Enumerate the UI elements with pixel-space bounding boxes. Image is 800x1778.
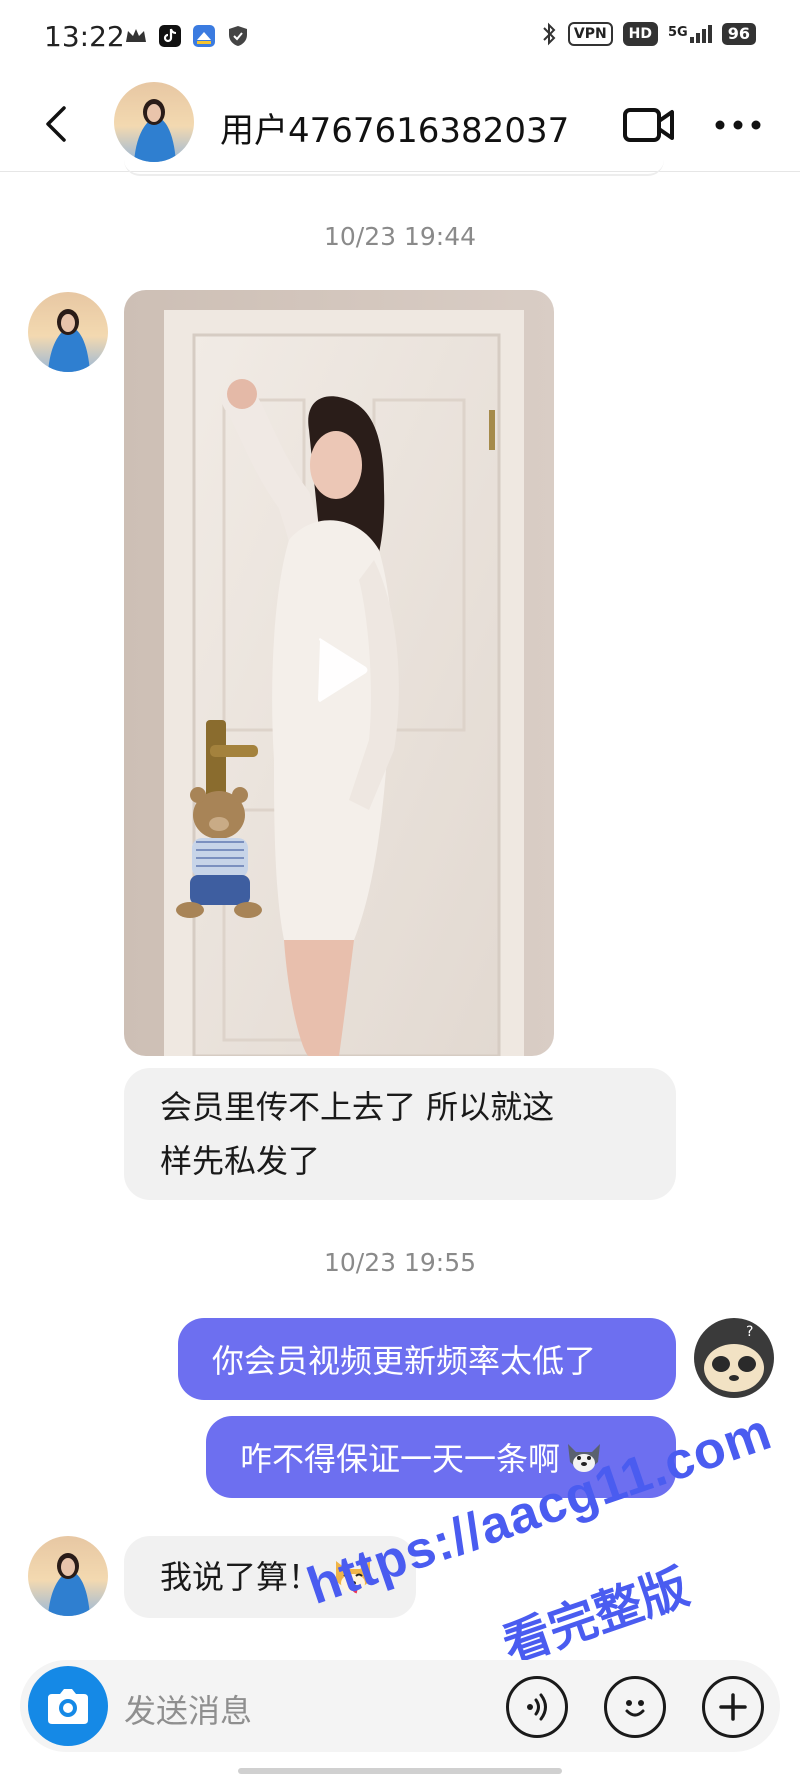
message-text: 咋不得保证一天一条啊 [240,1440,561,1478]
chat-header: 用户4767616382037 [0,78,800,172]
video-camera-icon [623,108,674,142]
camera-button[interactable] [28,1666,108,1746]
watermark-subtitle: 看完整版 [495,1558,696,1675]
chevron-left-icon [46,106,66,142]
message-text: 你会员视频更新频率太低了 [212,1342,597,1380]
message-text-line: 会员里传不上去了 所以就这 [160,1088,555,1126]
sender-avatar[interactable] [28,292,108,372]
avatar-image [28,292,108,372]
more-button[interactable] [712,100,764,150]
self-avatar[interactable]: ? [694,1318,774,1398]
status-time: 13:22 [44,20,125,53]
message-input[interactable]: 发送消息 [124,1686,252,1732]
back-button[interactable] [36,100,76,148]
message-text-line: 样先私发了 [160,1142,321,1180]
timestamp: 10/23 19:44 [323,222,477,251]
voice-button[interactable] [506,1676,568,1738]
previous-message-edge [124,160,664,176]
home-indicator[interactable] [238,1768,562,1774]
app-icon [193,25,215,47]
hd-badge: HD [622,22,659,46]
shield-icon [229,26,247,46]
bluetooth-icon [543,22,556,46]
vpn-badge: VPN [567,22,613,46]
status-right-icons: VPN HD 5G 96 [540,22,756,46]
play-button[interactable] [312,635,372,705]
video-call-button[interactable] [622,100,676,150]
svg-text:?: ? [746,1324,753,1340]
play-icon [318,638,368,702]
signal-5g-icon: 5G [668,25,712,43]
emoji-icon [625,1700,645,1717]
battery-icon: 96 [721,23,756,45]
sender-avatar[interactable] [28,1536,108,1616]
more-dots-icon [715,120,761,130]
plus-icon [719,1693,747,1721]
timestamp: 10/23 19:55 [323,1248,477,1277]
emoji-button[interactable] [604,1676,666,1738]
crown-icon [126,29,146,42]
status-bar: 13:22 VPN HD 5G 96 [0,0,800,78]
video-message[interactable] [124,290,554,1056]
avatar-image [114,82,194,162]
message-text: 我说了算！ [160,1558,321,1596]
panda-avatar-image: ? [694,1318,774,1398]
avatar-image [28,1536,108,1616]
tiktok-icon [159,25,181,47]
plus-button[interactable] [702,1676,764,1738]
contact-avatar[interactable] [114,82,194,162]
camera-icon [48,1689,88,1724]
voice-icon [527,1693,547,1721]
outgoing-message[interactable]: 你会员视频更新频率太低了 [178,1318,676,1400]
status-left-icons [124,24,250,48]
incoming-message[interactable]: 会员里传不上去了 所以就这 样先私发了 [124,1068,676,1200]
message-input-bar: 发送消息 [20,1660,780,1752]
contact-name: 用户4767616382037 [220,111,570,151]
network-label: 5G [668,25,688,40]
